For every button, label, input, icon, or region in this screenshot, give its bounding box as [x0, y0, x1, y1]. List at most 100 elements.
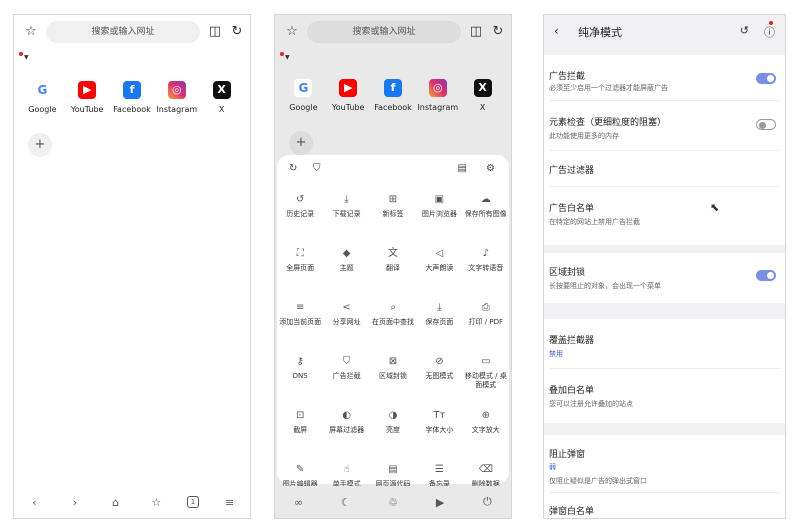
- extension-icon[interactable]: ♲: [383, 496, 403, 509]
- settings-header: ‹ 纯净模式 ↺ ⓘ: [544, 15, 785, 49]
- theme-icon: ◆: [342, 248, 351, 259]
- back-arrow-icon[interactable]: ‹: [554, 24, 559, 38]
- menu-item[interactable]: ⤓ 下载记录: [323, 193, 369, 237]
- menu-item[interactable]: ⎙ 打印 / PDF: [463, 301, 509, 345]
- setting-overlay-blocker[interactable]: 覆盖拦截器 禁用: [549, 319, 780, 369]
- shortcut-youtube[interactable]: ▶ YouTube: [65, 81, 110, 114]
- add-shortcut-button[interactable]: +: [289, 131, 313, 155]
- menu-item-label: 分享网址: [332, 318, 361, 326]
- reset-icon[interactable]: ↺: [740, 24, 749, 37]
- notification-dot: [280, 52, 284, 56]
- shield-icon[interactable]: ⛉: [313, 163, 321, 174]
- chevron-down-icon[interactable]: ▼: [24, 54, 29, 61]
- menu-item[interactable]: ☁ 保存所有图像: [463, 193, 509, 237]
- region-block-toggle[interactable]: [756, 270, 776, 281]
- menu-icon[interactable]: ≡: [220, 496, 240, 509]
- address-bar[interactable]: 搜索或输入网址: [307, 21, 461, 43]
- menu-item[interactable]: ⊕ 文字放大: [463, 409, 509, 453]
- shortcut-label: Google: [28, 105, 57, 114]
- chevron-down-icon[interactable]: ▼: [285, 54, 290, 61]
- menu-item[interactable]: ⚷ DNS: [277, 355, 323, 399]
- refresh-icon[interactable]: ↻: [489, 23, 507, 41]
- help-icon[interactable]: ⓘ: [764, 24, 775, 40]
- menu-item[interactable]: < 分享网址: [323, 301, 369, 345]
- menu-item[interactable]: 文翻译: [370, 247, 416, 291]
- download-icon: ⤓: [344, 194, 349, 205]
- setting-overlay-whitelist[interactable]: 叠加白名单 您可以注册允许叠加的站点: [549, 369, 780, 419]
- setting-value: 禁用: [549, 350, 563, 358]
- setting-subtitle: 在特定的网站上禁用广告拦截: [549, 218, 640, 226]
- menu-sheet: ↻ ⛉ ▤ ⚙ ↺ 历史记录 ⤓ 下载记录 ⊞ 新标签 ▣ 图片浏览器 ☁ 保存所有图像 ⛶ 全屏页面…: [277, 155, 509, 488]
- tabs-icon[interactable]: 1: [186, 496, 199, 508]
- setting-ad-whitelist[interactable]: 广告白名单 在特定的网站上禁用广告拦截: [549, 187, 780, 235]
- settings-group-ad: 广告拦截 必须至少启用一个过滤器才能屏蔽广告 元素检查（更细粒度的阻塞） 此功能…: [544, 55, 785, 245]
- bookmark-icon[interactable]: ☆: [146, 496, 166, 509]
- menu-item[interactable]: ▭ 移动模式 / 桌面模式: [463, 355, 509, 399]
- night-mode-icon[interactable]: ☾: [336, 496, 356, 509]
- menu-item[interactable]: ◁ 大声朗读: [416, 247, 462, 291]
- menu-item[interactable]: ⌕ 在页面中查找: [370, 301, 416, 345]
- reader-mode-icon[interactable]: ◫: [467, 23, 485, 41]
- layout-icon[interactable]: ▤: [458, 163, 467, 174]
- bookmark-star-icon[interactable]: ☆: [283, 23, 301, 41]
- home-icon[interactable]: ⌂: [106, 496, 126, 509]
- setting-element-inspect[interactable]: 元素检查（更细粒度的阻塞） 此功能使用更多的内存: [549, 101, 780, 151]
- settings-group-popup: 阻止弹窗 弱 仅阻止疑似是广告的弹出式窗口 弹窗白名单: [544, 435, 785, 518]
- menu-item[interactable]: ◑ 亮度: [370, 409, 416, 453]
- bookmark-star-icon[interactable]: ☆: [22, 23, 40, 41]
- address-bar[interactable]: 搜索或输入网址: [46, 21, 200, 43]
- menu-item-label: 全屏页面: [286, 264, 315, 272]
- setting-ad-filters[interactable]: 广告过滤器: [549, 151, 780, 187]
- menu-item[interactable]: ♪ 文字转语音: [463, 247, 509, 291]
- power-icon[interactable]: ⏻: [477, 495, 497, 509]
- video-icon[interactable]: ▶: [430, 496, 450, 509]
- menu-item[interactable]: Tт 字体大小: [416, 409, 462, 453]
- new-tab-icon: ⊞: [388, 194, 398, 205]
- menu-item[interactable]: ≡ 添加当前页面: [277, 301, 323, 345]
- menu-item[interactable]: ⊘ 无图模式: [416, 355, 462, 399]
- translate-icon: 文: [387, 248, 398, 259]
- menu-item[interactable]: ⊡ 截屏: [277, 409, 323, 453]
- shortcut-google[interactable]: G Google: [281, 79, 326, 112]
- menu-item[interactable]: ⛶ 全屏页面: [277, 247, 323, 291]
- refresh-icon[interactable]: ↻: [289, 163, 297, 174]
- setting-block-popups[interactable]: 阻止弹窗 弱 仅阻止疑似是广告的弹出式窗口: [549, 435, 780, 493]
- menu-item[interactable]: ⤓ 保存页面: [416, 301, 462, 345]
- shortcut-facebook[interactable]: f Facebook: [110, 81, 155, 114]
- ad-block-toggle[interactable]: [756, 73, 776, 84]
- element-inspect-toggle[interactable]: [756, 119, 776, 130]
- menu-item[interactable]: ◐ 屏幕过滤器: [323, 409, 369, 453]
- read-aloud-icon: ◁: [435, 248, 444, 259]
- refresh-icon[interactable]: ↻: [228, 23, 246, 41]
- x-icon: X: [473, 79, 492, 97]
- setting-popup-whitelist[interactable]: 弹窗白名单: [549, 493, 780, 518]
- incognito-icon[interactable]: ∞: [289, 496, 309, 509]
- shortcut-instagram[interactable]: ◎ Instagram: [415, 79, 460, 112]
- menu-item[interactable]: ↺ 历史记录: [277, 193, 323, 237]
- menu-item-label: 下载记录: [332, 210, 361, 218]
- shortcut-youtube[interactable]: ▶ YouTube: [326, 79, 371, 112]
- setting-subtitle: 仅阻止疑似是广告的弹出式窗口: [549, 477, 647, 485]
- shortcut-instagram[interactable]: ◎ Instagram: [154, 81, 199, 114]
- setting-title: 广告白名单: [549, 204, 595, 214]
- reader-mode-icon[interactable]: ◫: [206, 23, 224, 41]
- menu-item[interactable]: ▣ 图片浏览器: [416, 193, 462, 237]
- menu-item[interactable]: ⊠ 区域封锁: [370, 355, 416, 399]
- settings-gear-icon[interactable]: ⚙: [486, 163, 495, 174]
- menu-item[interactable]: ◆ 主题: [323, 247, 369, 291]
- shortcut-facebook[interactable]: f Facebook: [371, 79, 416, 112]
- menu-item-label: 添加当前页面: [279, 318, 322, 326]
- menu-item[interactable]: ⛉ 广告拦截: [323, 355, 369, 399]
- menu-item[interactable]: ⊞ 新标签: [370, 193, 416, 237]
- shortcut-google[interactable]: G Google: [20, 81, 65, 114]
- forward-icon[interactable]: ›: [65, 496, 85, 509]
- setting-region-block[interactable]: 区域封锁 长按要阻止的对象，会出现一个菜单: [549, 253, 780, 303]
- back-icon[interactable]: ‹: [24, 496, 44, 509]
- setting-ad-block[interactable]: 广告拦截 必须至少启用一个过滤器才能屏蔽广告: [549, 55, 780, 101]
- shortcut-x[interactable]: X X: [460, 79, 505, 112]
- history-icon: ↺: [296, 194, 305, 205]
- settings-group-region: 区域封锁 长按要阻止的对象，会出现一个菜单: [544, 253, 785, 303]
- shortcut-x[interactable]: X X: [199, 81, 244, 114]
- add-shortcut-button[interactable]: +: [28, 133, 52, 157]
- text-to-speech-icon: ♪: [482, 248, 489, 259]
